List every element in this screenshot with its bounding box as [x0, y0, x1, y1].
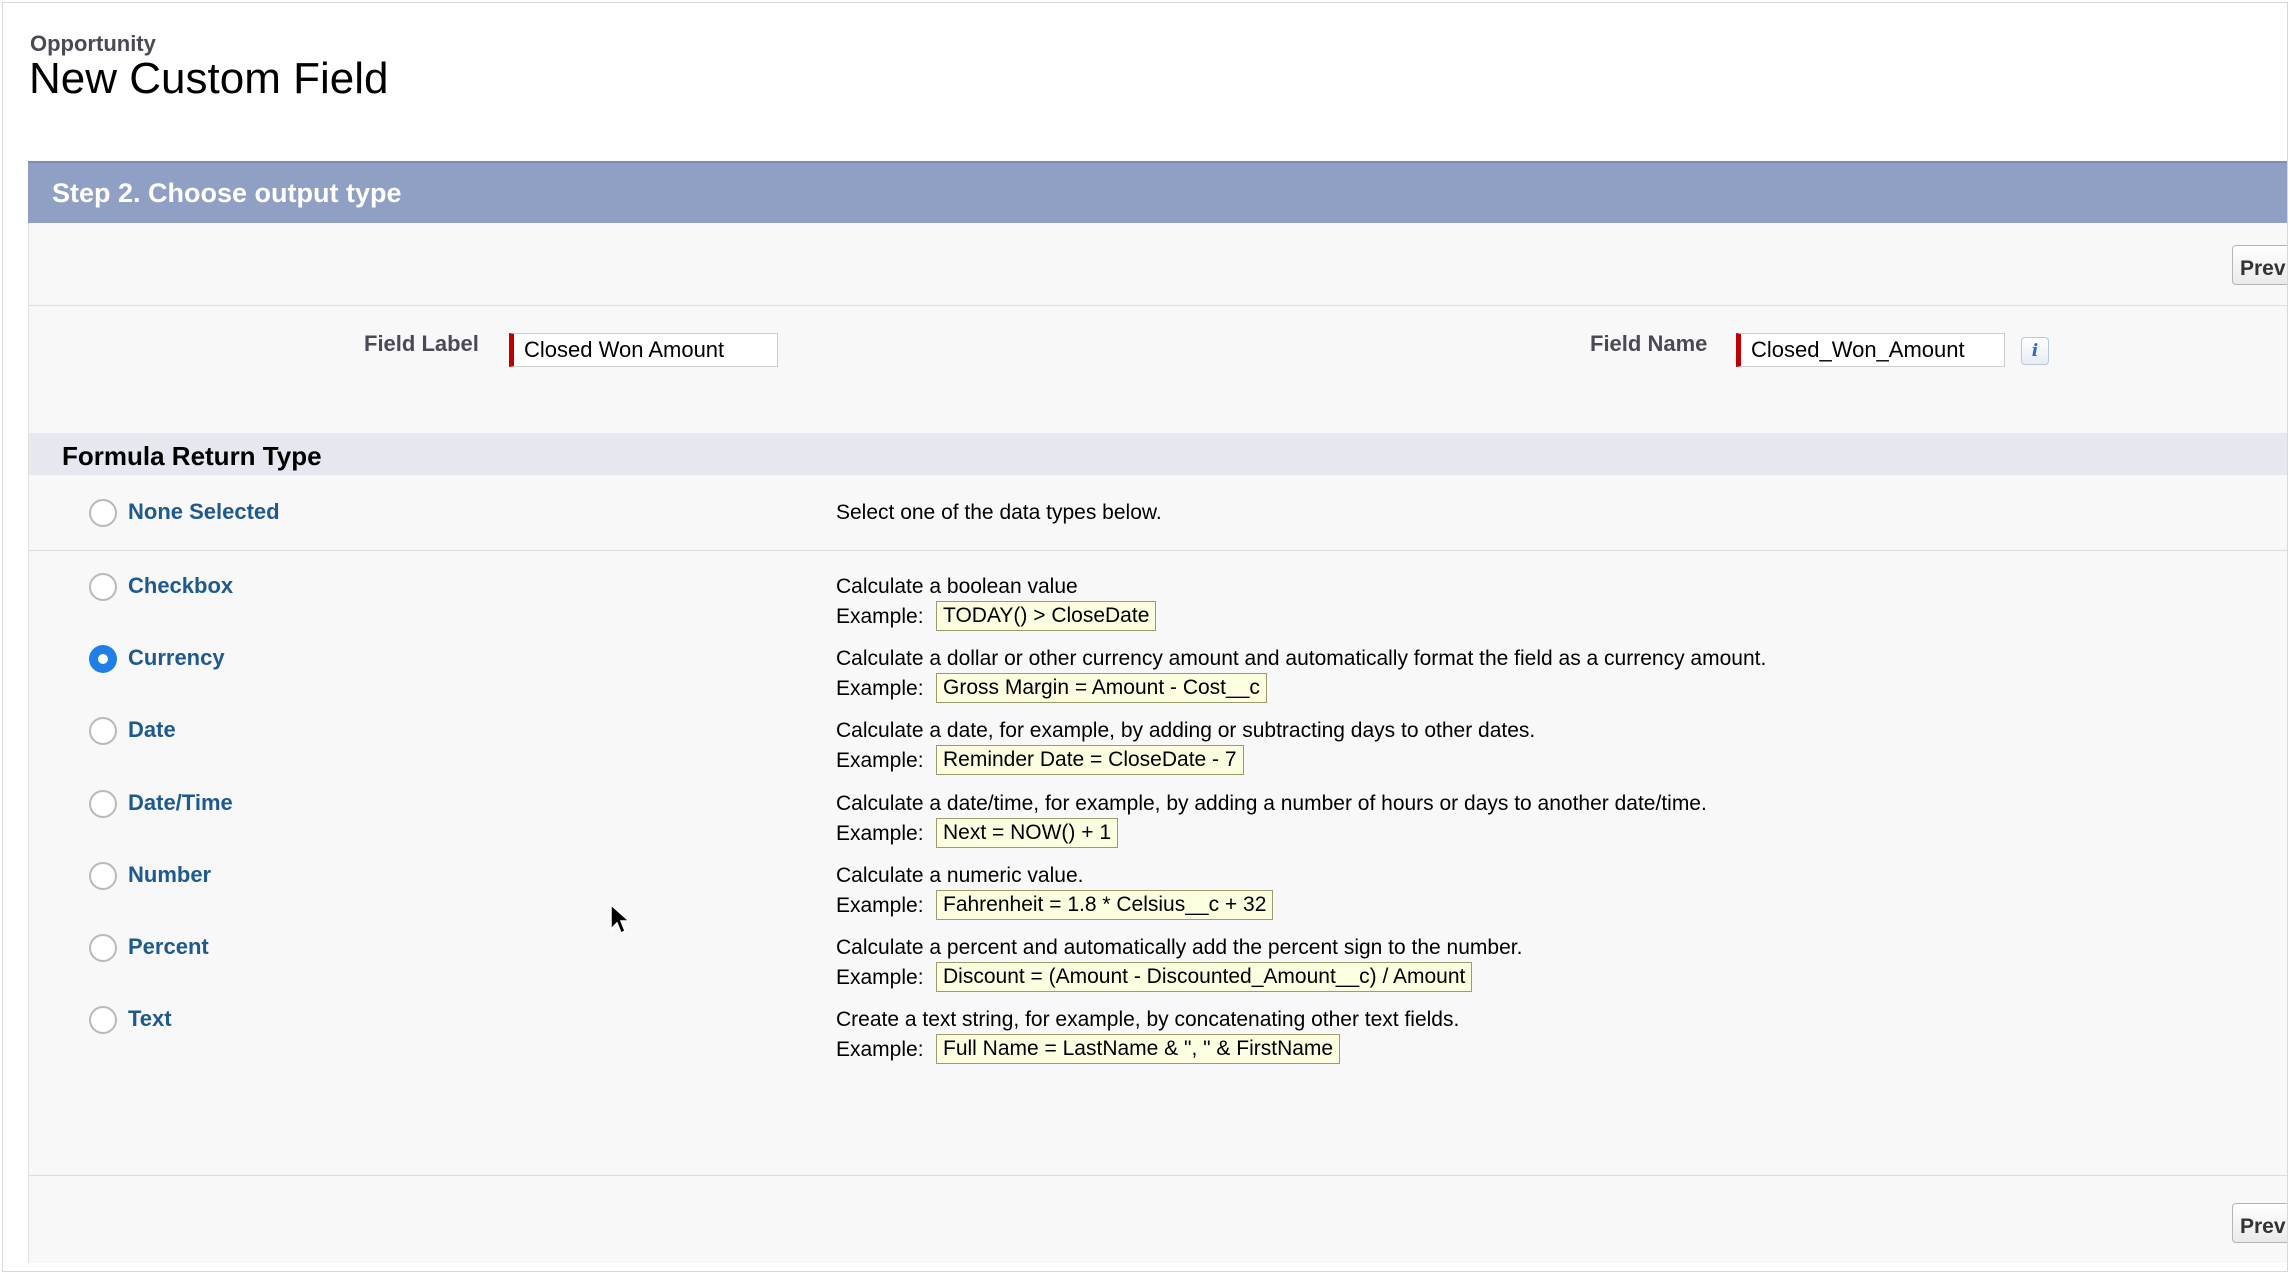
- radio-currency[interactable]: [89, 645, 117, 673]
- type-label[interactable]: Date: [128, 717, 176, 743]
- step-title: Step 2. Choose output type: [52, 178, 402, 208]
- example-caption: Example:: [836, 966, 924, 989]
- example-caption: Example:: [836, 749, 924, 772]
- divider: [29, 550, 2287, 551]
- type-label[interactable]: Currency: [128, 645, 225, 671]
- radio-date[interactable]: [89, 717, 117, 745]
- type-description: Calculate a boolean value: [836, 575, 1078, 598]
- example-formula: Next = NOW() + 1: [936, 818, 1119, 848]
- previous-button-bottom[interactable]: Prev: [2232, 1203, 2287, 1243]
- previous-button-top[interactable]: Prev: [2232, 245, 2287, 285]
- radio-percent[interactable]: [89, 934, 117, 962]
- example-caption: Example:: [836, 605, 924, 628]
- section-title: Formula Return Type: [62, 441, 322, 471]
- radio-number[interactable]: [89, 862, 117, 890]
- formula-return-type-section: Formula Return Type: [29, 433, 2287, 475]
- radio-date-time[interactable]: [89, 790, 117, 818]
- info-icon[interactable]: i: [2021, 337, 2049, 365]
- type-description: Calculate a date, for example, by adding…: [836, 719, 1536, 742]
- step-panel: Prev Field Label Closed Won Amount Field…: [28, 223, 2287, 1264]
- none-selected-description: Select one of the data types below.: [836, 501, 1162, 524]
- type-description: Calculate a percent and automatically ad…: [836, 936, 1523, 959]
- example-formula: Discount = (Amount - Discounted_Amount__…: [936, 962, 1473, 992]
- type-label[interactable]: Percent: [128, 934, 209, 960]
- field-name-caption: Field Name: [1590, 331, 1708, 356]
- example-caption: Example:: [836, 822, 924, 845]
- field-label-input[interactable]: Closed Won Amount: [509, 333, 778, 367]
- type-label[interactable]: Date/Time: [128, 790, 233, 816]
- example-formula: Gross Margin = Amount - Cost__c: [936, 673, 1267, 703]
- type-label[interactable]: Text: [128, 1006, 172, 1032]
- example-formula: Full Name = LastName & ", " & FirstName: [936, 1034, 1341, 1064]
- radio-checkbox[interactable]: [89, 573, 117, 601]
- example-formula: Reminder Date = CloseDate - 7: [936, 745, 1244, 775]
- mouse-cursor-icon: [610, 903, 631, 935]
- page-frame: Opportunity New Custom Field Step 2. Cho…: [2, 2, 2288, 1272]
- type-description: Calculate a date/time, for example, by a…: [836, 792, 1707, 815]
- example-caption: Example:: [836, 677, 924, 700]
- field-label-caption: Field Label: [364, 331, 479, 356]
- example-caption: Example:: [836, 1038, 924, 1061]
- type-label[interactable]: Checkbox: [128, 573, 233, 599]
- example-formula: TODAY() > CloseDate: [936, 601, 1157, 631]
- example-formula: Fahrenheit = 1.8 * Celsius__c + 32: [936, 890, 1274, 920]
- type-description: Create a text string, for example, by co…: [836, 1008, 1460, 1031]
- type-label-none-selected[interactable]: None Selected: [128, 499, 280, 525]
- page-title: New Custom Field: [29, 54, 389, 103]
- bottom-button-row: Prev: [29, 1175, 2287, 1264]
- type-description: Calculate a dollar or other currency amo…: [836, 647, 1767, 670]
- type-label[interactable]: Number: [128, 862, 211, 888]
- field-name-input[interactable]: Closed_Won_Amount: [1736, 333, 2005, 367]
- radio-text[interactable]: [89, 1006, 117, 1034]
- example-caption: Example:: [836, 894, 924, 917]
- type-description: Calculate a numeric value.: [836, 864, 1084, 887]
- step-header: Step 2. Choose output type: [28, 161, 2287, 225]
- top-button-row: Prev: [29, 223, 2287, 306]
- radio-none-selected[interactable]: [89, 499, 117, 527]
